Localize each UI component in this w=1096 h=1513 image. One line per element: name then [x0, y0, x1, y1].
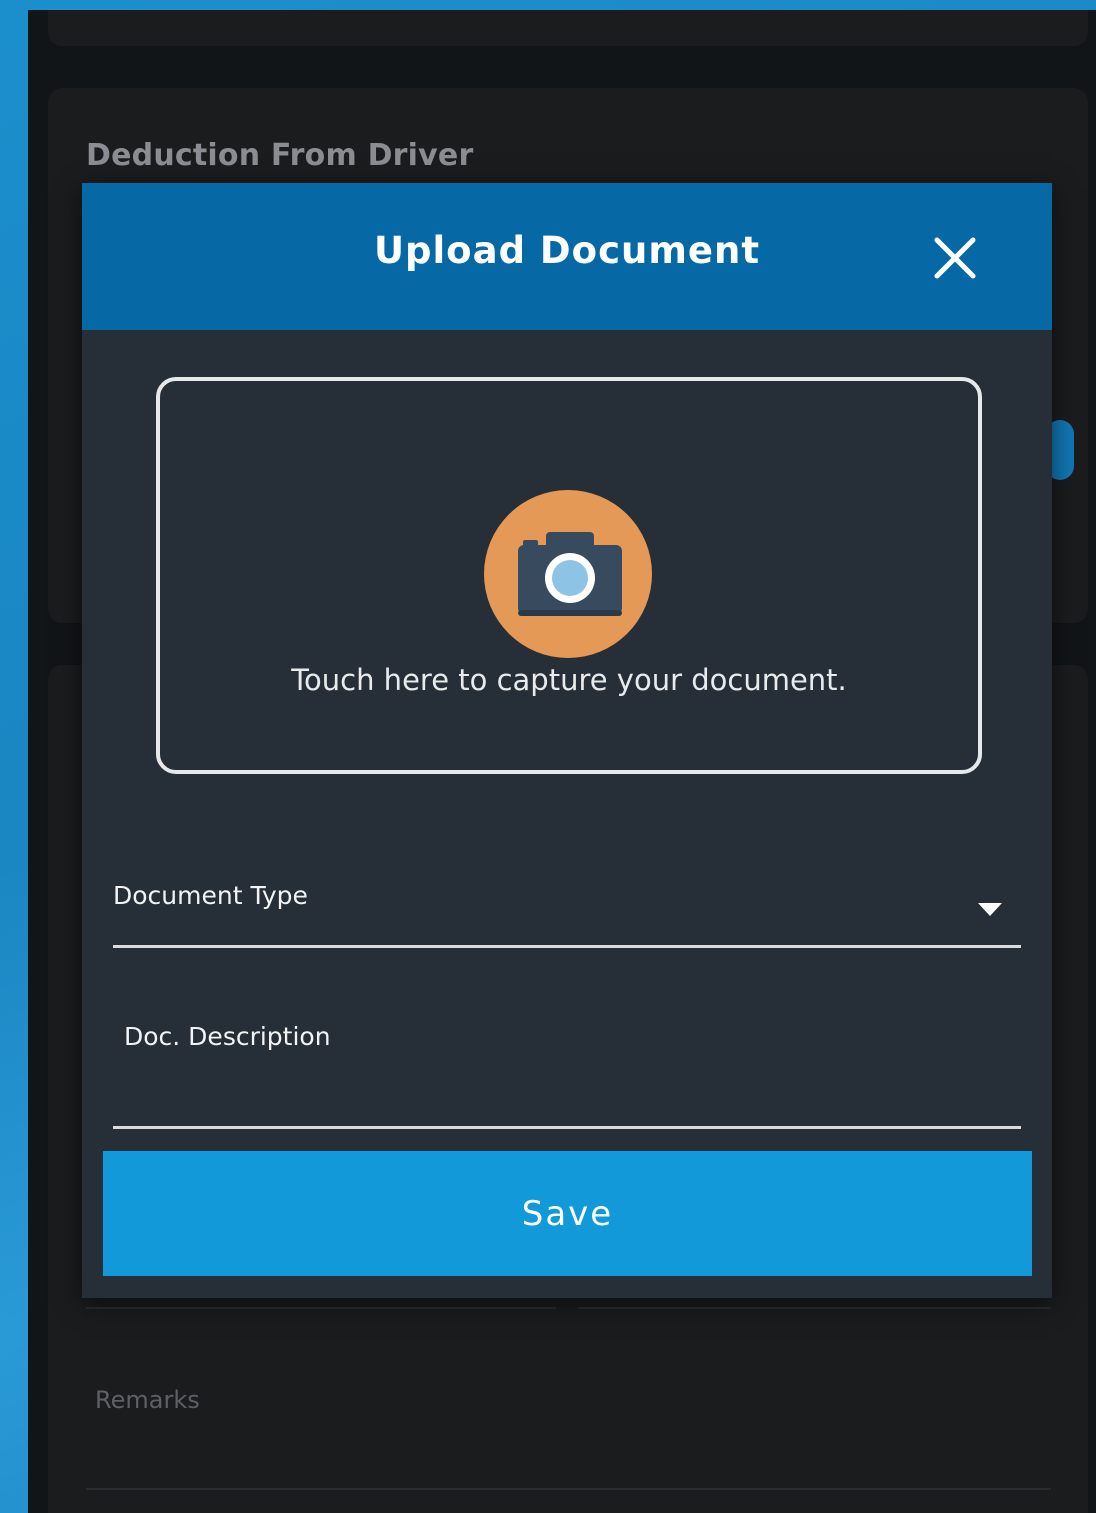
camera-button[interactable]: [484, 490, 652, 658]
doc-description-label: Doc. Description: [124, 1022, 331, 1051]
close-icon: [934, 237, 976, 279]
document-type-underline: [113, 945, 1021, 948]
background-card-top: [48, 10, 1088, 46]
dialog-title: Upload Document: [373, 229, 761, 272]
close-button[interactable]: [932, 235, 978, 281]
upload-document-dialog: Upload Document Touch here to capture yo…: [82, 183, 1052, 1298]
background-remarks-line: [86, 1488, 1051, 1490]
background-remarks-label: Remarks: [95, 1386, 200, 1414]
background-field-line: [578, 1307, 1051, 1309]
dropdown-caret-icon: [978, 903, 1002, 916]
background-field-line: [86, 1307, 556, 1309]
doc-description-underline: [113, 1126, 1021, 1129]
capture-instruction: Touch here to capture your document.: [291, 663, 847, 697]
background-section-title: Deduction From Driver: [86, 138, 474, 173]
save-button[interactable]: Save: [103, 1151, 1032, 1276]
camera-icon: [518, 532, 622, 616]
dialog-header: Upload Document: [82, 183, 1052, 330]
capture-document-area[interactable]: Touch here to capture your document.: [156, 377, 982, 774]
document-type-label: Document Type: [113, 881, 308, 910]
